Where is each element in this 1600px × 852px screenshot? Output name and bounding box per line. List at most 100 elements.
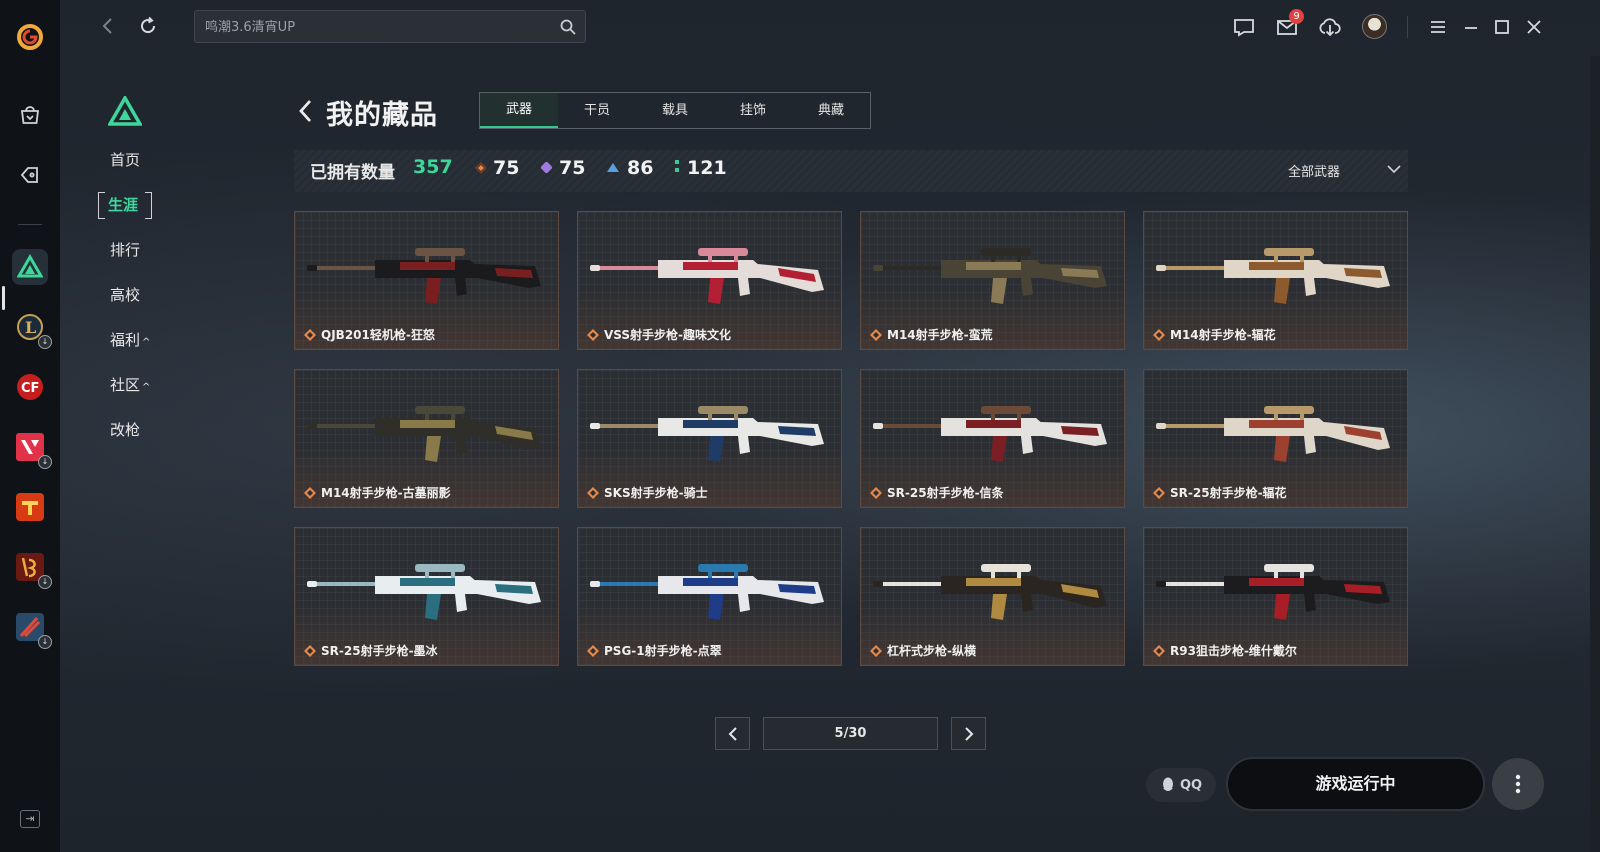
rarity-green-count: 121 xyxy=(675,157,727,179)
weapon-image xyxy=(590,406,824,462)
orange-diamond-icon xyxy=(304,329,316,341)
game-rpg-icon[interactable]: ↓ xyxy=(12,609,52,649)
weapon-name: SR-25射手步枪-墨冰 xyxy=(321,644,438,658)
game-crossfire-icon[interactable]: CF xyxy=(12,369,48,405)
weapon-card[interactable]: QJB201轻机枪-狂怒 xyxy=(294,211,559,350)
close-icon[interactable] xyxy=(1522,15,1546,39)
titlebar-divider xyxy=(1407,16,1408,38)
nav-ranking-label: 排行 xyxy=(110,241,141,259)
game-running-button[interactable]: 游戏运行中 xyxy=(1226,757,1485,811)
download-manager-icon[interactable] xyxy=(1318,15,1342,39)
orange-diamond-icon xyxy=(1153,487,1165,499)
more-options-button[interactable] xyxy=(1492,758,1544,810)
weapon-card[interactable]: M14射手步枪-古墓丽影 xyxy=(294,369,559,508)
weapon-name: M14射手步枪-辐花 xyxy=(1170,328,1276,342)
weapon-card[interactable]: M14射手步枪-辐花 xyxy=(1143,211,1408,350)
collapse-sidebar-icon[interactable]: ⇥ xyxy=(20,810,40,828)
weapon-image xyxy=(1156,406,1390,462)
nav-ranking[interactable]: 排行 xyxy=(98,238,178,263)
tab-vehicles[interactable]: 载具 xyxy=(636,93,714,128)
weapon-card[interactable]: PSG-1射手步枪-点翠 xyxy=(577,527,842,666)
orange-diamond-icon xyxy=(870,329,882,341)
weapon-image xyxy=(873,564,1107,620)
search-box[interactable] xyxy=(194,10,586,43)
prev-page-button[interactable] xyxy=(715,717,750,750)
weapon-name: SKS射手步枪-骑士 xyxy=(604,486,708,500)
weapon-card[interactable]: VSS射手步枪-趣味文化 xyxy=(577,211,842,350)
refresh-icon[interactable] xyxy=(138,16,158,36)
weapon-card[interactable]: SR-25射手步枪-辐花 xyxy=(1143,369,1408,508)
weapon-image xyxy=(307,248,541,304)
nav-campus[interactable]: 高校 xyxy=(98,283,178,308)
active-indicator xyxy=(2,286,5,310)
game-delta-force-icon[interactable] xyxy=(12,249,48,285)
game-tencent-shooter-icon[interactable] xyxy=(12,489,48,525)
weapon-card[interactable]: 杠杆式步枪-纵横 xyxy=(860,527,1125,666)
game-league-icon[interactable]: L ↓ xyxy=(12,309,52,349)
game-valorant-icon[interactable]: ↓ xyxy=(12,429,52,469)
rarity-blue-value: 86 xyxy=(627,157,654,179)
owned-label: 已拥有数量 xyxy=(310,163,395,183)
search-input[interactable] xyxy=(205,17,545,37)
blue-triangle-icon xyxy=(607,163,619,172)
nav-home[interactable]: 首页 xyxy=(98,148,178,173)
chevron-up-icon: ^ xyxy=(142,337,151,348)
tab-archives[interactable]: 典藏 xyxy=(792,93,870,128)
download-icon: ↓ xyxy=(38,575,52,589)
coupon-tag-icon[interactable] xyxy=(11,156,49,194)
minimize-icon[interactable] xyxy=(1459,15,1483,39)
weapon-image xyxy=(1156,564,1390,620)
weapon-card[interactable]: SR-25射手步枪-信条 xyxy=(860,369,1125,508)
weapon-name: M14射手步枪-古墓丽影 xyxy=(321,486,451,500)
app-logo-icon[interactable] xyxy=(15,22,45,52)
title-back-icon[interactable] xyxy=(296,96,316,126)
rarity-orange-value: 75 xyxy=(493,157,520,179)
nav-career[interactable]: 生涯 xyxy=(98,192,152,219)
weapon-card[interactable]: R93狙击步枪-维什戴尔 xyxy=(1143,527,1408,666)
page-title: 我的藏品 xyxy=(326,100,438,131)
menu-icon[interactable] xyxy=(1426,15,1450,39)
nav-gunsmith-label: 改枪 xyxy=(110,421,141,439)
qq-label: QQ xyxy=(1179,777,1203,793)
scrollbar[interactable] xyxy=(1590,56,1600,852)
chevron-down-icon[interactable] xyxy=(1386,161,1402,177)
rarity-purple-value: 75 xyxy=(559,157,586,179)
tab-operators[interactable]: 干员 xyxy=(558,93,636,128)
weapon-card[interactable]: M14射手步枪-蛮荒 xyxy=(860,211,1125,350)
purple-clover-icon xyxy=(540,161,553,174)
weapon-image xyxy=(873,248,1107,304)
nav-community-label: 社区 xyxy=(110,376,141,394)
maximize-icon[interactable] xyxy=(1490,15,1514,39)
weapon-filter-dropdown[interactable]: 全部武器 xyxy=(1288,161,1340,180)
title-bar: 9 xyxy=(60,0,1600,52)
weapon-card[interactable]: SKS射手步枪-骑士 xyxy=(577,369,842,508)
next-page-button[interactable] xyxy=(951,717,986,750)
stats-bar: 已拥有数量 357 75 75 86 121 全部武器 xyxy=(294,150,1408,192)
chat-icon[interactable] xyxy=(1232,15,1256,39)
delta-force-logo-icon xyxy=(106,94,144,126)
store-bag-icon[interactable] xyxy=(11,96,49,134)
qq-button[interactable]: QQ xyxy=(1146,768,1216,802)
chevron-left-icon xyxy=(728,726,737,741)
nav-welfare[interactable]: 福利 ^ xyxy=(98,328,178,353)
mail-icon[interactable]: 9 xyxy=(1275,9,1304,39)
back-arrow-icon[interactable] xyxy=(98,16,118,36)
weapon-name: SR-25射手步枪-辐花 xyxy=(1170,486,1287,500)
main-area: 9 首页 生涯 排行 高校 福利^ 社区^ 改枪 xyxy=(60,0,1600,852)
search-icon[interactable] xyxy=(559,18,577,36)
nav-gunsmith[interactable]: 改枪 xyxy=(98,418,178,443)
tab-charms[interactable]: 挂饰 xyxy=(714,93,792,128)
weapon-image xyxy=(590,564,824,620)
tab-weapons[interactable]: 武器 xyxy=(480,93,558,128)
weapon-name: PSG-1射手步枪-点翠 xyxy=(604,644,722,658)
game-mmo-icon[interactable]: ↓ xyxy=(12,549,52,589)
weapon-card[interactable]: SR-25射手步枪-墨冰 xyxy=(294,527,559,666)
orange-diamond-icon xyxy=(1153,645,1165,657)
orange-diamond-icon xyxy=(304,487,316,499)
nav-community[interactable]: 社区 ^ xyxy=(98,373,178,398)
rarity-green-value: 121 xyxy=(687,157,727,179)
user-avatar[interactable] xyxy=(1362,14,1387,39)
download-icon: ↓ xyxy=(38,335,52,349)
rarity-orange-count: 75 xyxy=(475,157,520,179)
nav-campus-label: 高校 xyxy=(110,286,141,304)
